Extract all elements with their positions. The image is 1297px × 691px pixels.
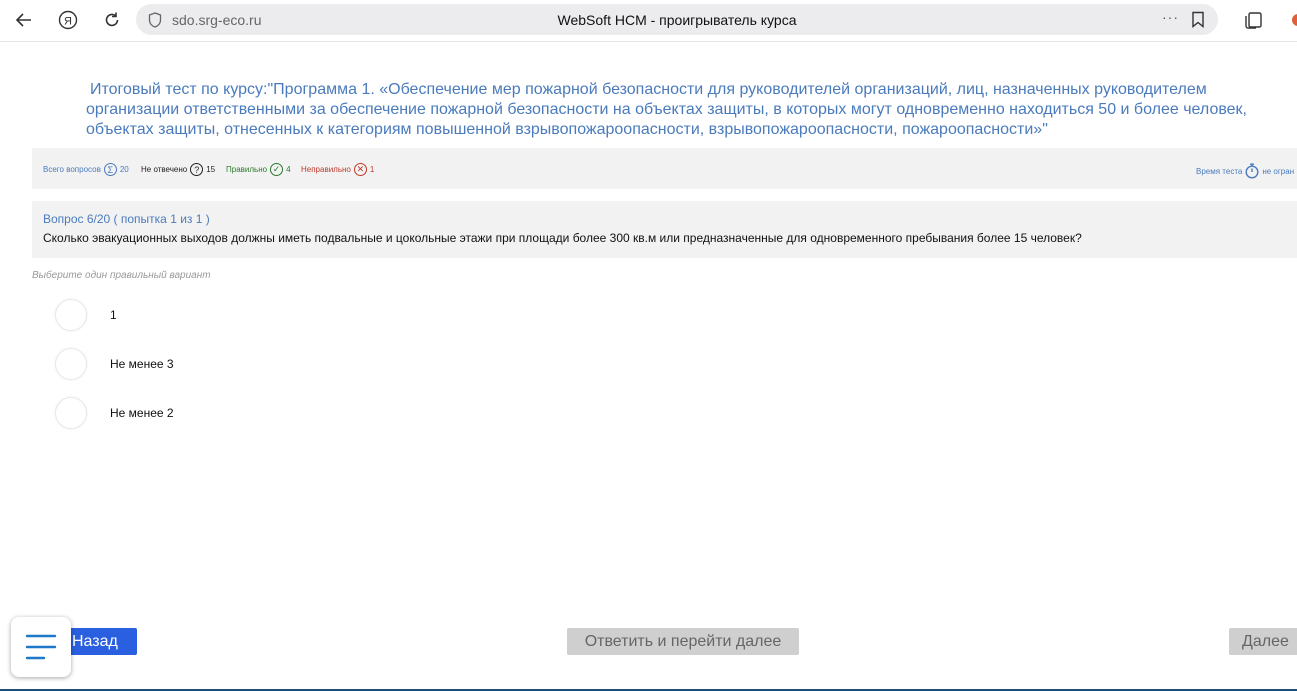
- answer-option-label[interactable]: 1: [110, 308, 117, 322]
- stat-total: Всего вопросов Σ 20: [43, 163, 129, 176]
- stat-correct-label: Правильно: [226, 165, 268, 174]
- stat-time-label: Время теста: [1196, 166, 1243, 176]
- answer-option-label[interactable]: Не менее 2: [110, 406, 174, 420]
- back-arrow-icon[interactable]: [13, 9, 35, 31]
- answer-option[interactable]: 1: [55, 299, 455, 333]
- answer-hint: Выберите один правильный вариант: [32, 270, 211, 281]
- stat-unanswered-value: 15: [206, 165, 216, 174]
- cross-icon: ✕: [353, 163, 367, 176]
- course-title: Итоговый тест по курсу:"Программа 1. «Об…: [86, 81, 1247, 138]
- stat-time-value: не огран: [1262, 166, 1295, 176]
- stat-unanswered: Не отвечено ? 15: [141, 163, 215, 176]
- radio-button[interactable]: [55, 299, 87, 331]
- tabs-icon[interactable]: [1243, 9, 1265, 31]
- question-box: Вопрос 6/20 ( попытка 1 из 1 ) Сколько э…: [32, 201, 1297, 258]
- stat-total-label: Всего вопросов: [43, 165, 101, 174]
- yandex-icon[interactable]: Я: [57, 9, 79, 31]
- stopwatch-icon: [1245, 163, 1259, 179]
- stat-time: Время теста не огран: [1196, 163, 1294, 179]
- page-title: WebSoft HCM - проигрыватель курса: [557, 12, 797, 28]
- question-mark-icon: ?: [190, 163, 204, 176]
- radio-button[interactable]: [55, 397, 87, 429]
- sigma-icon: Σ: [103, 163, 117, 176]
- back-button[interactable]: Назад: [62, 628, 137, 655]
- answer-option[interactable]: Не менее 3: [55, 348, 455, 382]
- question-text: Сколько эвакуационных выходов должны име…: [43, 231, 1082, 245]
- check-icon: ✓: [270, 163, 284, 176]
- radio-button[interactable]: [55, 348, 87, 380]
- question-number: Вопрос 6/20 ( попытка 1 из 1 ): [43, 212, 210, 226]
- svg-text:Я: Я: [64, 16, 72, 28]
- menu-button[interactable]: [11, 617, 71, 677]
- browser-toolbar: Я sdo.srg-eco.ru WebSoft HCM - проигрыва…: [0, 0, 1297, 42]
- reload-icon[interactable]: [101, 9, 123, 31]
- stat-total-value: 20: [119, 165, 129, 174]
- address-bar[interactable]: sdo.srg-eco.ru WebSoft HCM - проигрывате…: [136, 4, 1218, 35]
- stat-correct-value: 4: [286, 165, 291, 174]
- stat-incorrect-label: Неправильно: [301, 165, 351, 174]
- next-button[interactable]: Далее: [1229, 628, 1297, 655]
- answer-option[interactable]: Не менее 2: [55, 397, 455, 431]
- hamburger-icon: [25, 633, 57, 661]
- extension-icon[interactable]: [1284, 9, 1297, 31]
- answer-and-next-button[interactable]: Ответить и перейти далее: [567, 628, 799, 655]
- stat-incorrect: Неправильно ✕ 1: [301, 163, 374, 176]
- stat-unanswered-label: Не отвечено: [141, 165, 188, 174]
- test-stats-bar: Всего вопросов Σ 20 Не отвечено ? 15 Пра…: [32, 148, 1297, 189]
- stat-incorrect-value: 1: [369, 165, 375, 174]
- answer-option-label[interactable]: Не менее 3: [110, 357, 174, 371]
- bookmark-icon[interactable]: [1191, 11, 1205, 33]
- more-icon[interactable]: ···: [1162, 9, 1179, 25]
- stat-correct: Правильно ✓ 4: [226, 163, 291, 176]
